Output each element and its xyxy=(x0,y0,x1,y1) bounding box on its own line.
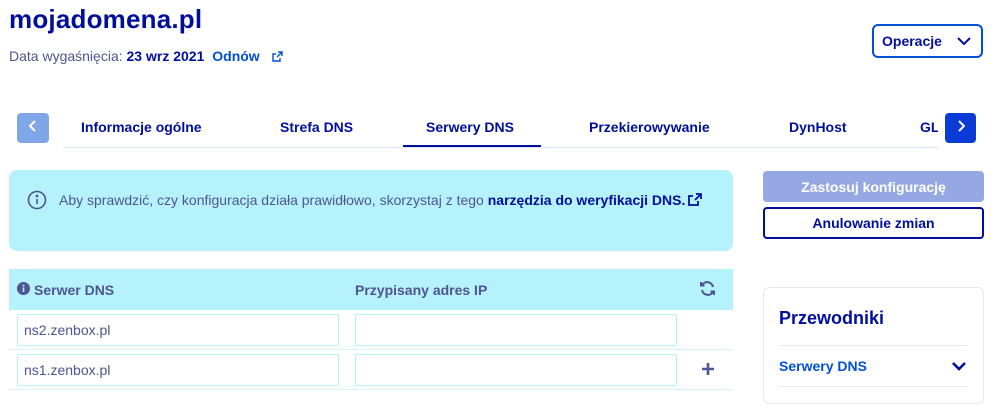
guides-title: Przewodniki xyxy=(779,308,885,328)
divider xyxy=(779,386,968,387)
ip-address-field[interactable] xyxy=(355,314,677,346)
guide-item-serwery-dns[interactable]: Serwery DNS xyxy=(779,358,867,374)
dns-server-field[interactable] xyxy=(17,354,339,386)
table-row xyxy=(9,350,733,390)
tab-przekierowywanie[interactable]: Przekierowywanie xyxy=(589,119,710,135)
renew-link[interactable]: Odnów xyxy=(212,48,259,64)
active-tab-indicator xyxy=(403,145,541,147)
header-ip: Przypisany adres IP xyxy=(355,282,488,298)
info-icon[interactable] xyxy=(17,282,30,298)
divider xyxy=(779,345,968,346)
info-text: Aby sprawdzić, czy konfiguracja działa p… xyxy=(59,189,709,212)
tab-informacje-ogolne[interactable]: Informacje ogólne xyxy=(81,119,202,135)
plus-icon[interactable] xyxy=(701,362,715,381)
operations-label: Operacje xyxy=(882,33,942,49)
chevron-right-icon xyxy=(957,119,965,137)
expiry-line: Data wygaśnięcia: 23 wrz 2021 Odnów xyxy=(9,48,283,65)
chevron-down-icon[interactable] xyxy=(951,358,967,376)
table-row xyxy=(9,310,733,350)
refresh-icon[interactable] xyxy=(699,280,716,302)
ip-address-field[interactable] xyxy=(355,354,677,386)
expiry-date: 23 wrz 2021 xyxy=(126,48,205,64)
external-link-icon[interactable] xyxy=(271,49,283,65)
external-link-icon[interactable] xyxy=(688,190,703,212)
info-message: Aby sprawdzić, czy konfiguracja działa p… xyxy=(9,170,733,251)
tab-gl[interactable]: GL xyxy=(920,119,938,135)
chevron-left-icon xyxy=(28,119,37,137)
dns-verification-link[interactable]: narzędzia do weryfikacji DNS. xyxy=(488,192,686,208)
dns-server-field[interactable] xyxy=(17,314,339,346)
tab-serwery-dns[interactable]: Serwery DNS xyxy=(426,119,514,135)
tab-strefa-dns[interactable]: Strefa DNS xyxy=(280,119,353,135)
operations-button[interactable]: Operacje xyxy=(872,24,983,58)
info-circle-icon xyxy=(27,190,47,215)
info-body: Aby sprawdzić, czy konfiguracja działa p… xyxy=(59,192,488,208)
guides-panel: Przewodniki Serwery DNS xyxy=(763,287,984,404)
chevron-down-icon xyxy=(956,33,972,49)
dns-table-header: Serwer DNS Przypisany adres IP xyxy=(9,269,733,310)
header-server-label: Serwer DNS xyxy=(34,282,115,298)
tab-bar: Informacje ogólne Strefa DNS Serwery DNS… xyxy=(63,110,938,148)
expiry-label: Data wygaśnięcia: xyxy=(9,48,123,64)
tab-dynhost[interactable]: DynHost xyxy=(789,119,847,135)
tabs-prev-button[interactable] xyxy=(17,113,49,143)
cancel-changes-button[interactable]: Anulowanie zmian xyxy=(763,207,984,239)
apply-configuration-button[interactable]: Zastosuj konfigurację xyxy=(763,171,984,202)
page-title: mojadomena.pl xyxy=(9,4,203,34)
header-server: Serwer DNS xyxy=(17,282,114,298)
tabs-next-button[interactable] xyxy=(945,113,976,143)
